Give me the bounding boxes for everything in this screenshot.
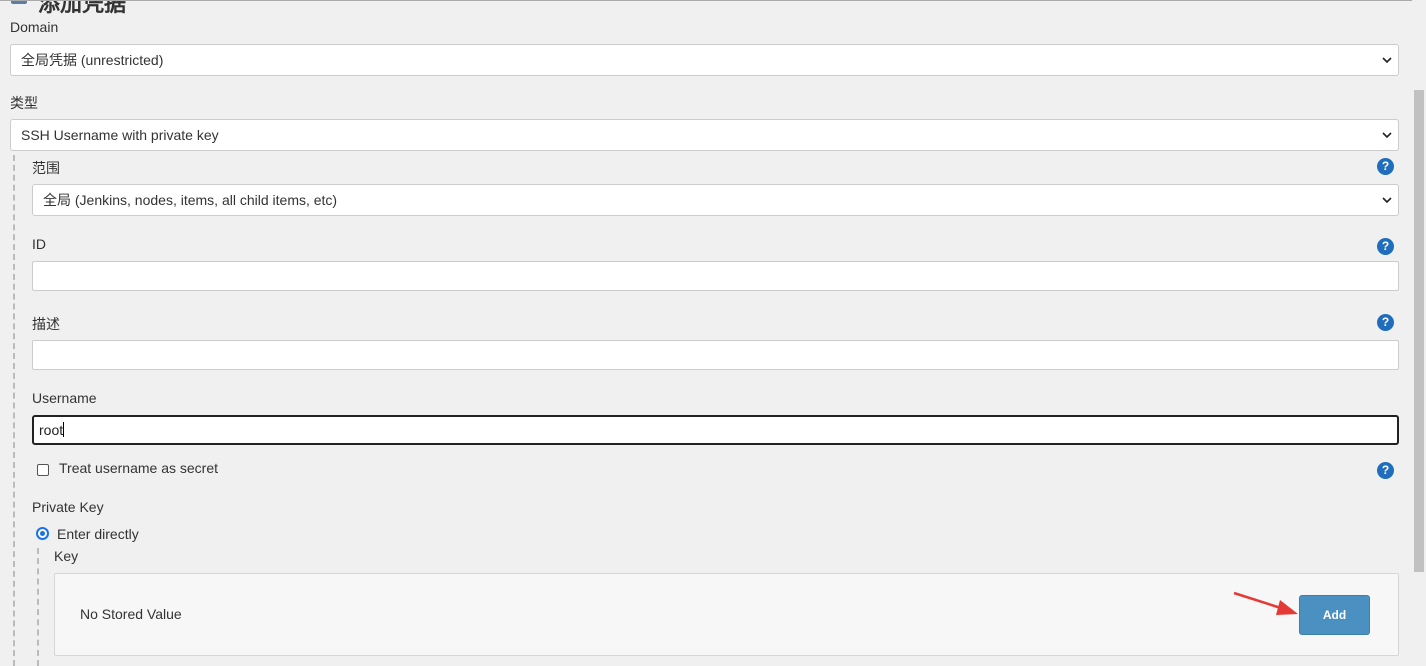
key-label: Key bbox=[54, 548, 79, 564]
private-key-label: Private Key bbox=[32, 499, 104, 515]
help-icon[interactable]: ? bbox=[1377, 314, 1394, 331]
chevron-down-icon bbox=[1382, 57, 1392, 64]
text-caret bbox=[63, 422, 65, 437]
kind-select[interactable]: SSH Username with private key bbox=[10, 119, 1399, 151]
key-box bbox=[54, 573, 1399, 656]
username-value: root bbox=[39, 422, 64, 438]
domain-label: Domain bbox=[10, 19, 59, 35]
kind-label: 类型 bbox=[10, 95, 38, 111]
help-icon[interactable]: ? bbox=[1377, 238, 1394, 255]
enter-directly-label: Enter directly bbox=[57, 526, 139, 542]
scope-select-value: 全局 (Jenkins, nodes, items, all child ite… bbox=[43, 192, 338, 208]
username-label: Username bbox=[32, 390, 97, 406]
domain-select-value: 全局凭据 (unrestricted) bbox=[21, 52, 164, 68]
help-icon[interactable]: ? bbox=[1377, 462, 1394, 479]
description-label: 描述 bbox=[32, 316, 60, 332]
scrollbar-thumb[interactable] bbox=[1414, 90, 1424, 572]
chevron-down-icon bbox=[1382, 132, 1392, 139]
no-stored-value-text: No Stored Value bbox=[80, 606, 182, 622]
scrollbar[interactable] bbox=[1412, 0, 1426, 666]
add-key-button[interactable]: Add bbox=[1299, 595, 1370, 635]
scope-label: 范围 bbox=[32, 160, 60, 176]
enter-directly-radio[interactable] bbox=[36, 527, 49, 540]
domain-select[interactable]: 全局凭据 (unrestricted) bbox=[10, 44, 1399, 76]
kind-select-value: SSH Username with private key bbox=[21, 127, 219, 143]
id-label: ID bbox=[32, 236, 46, 252]
private-key-guide bbox=[37, 548, 39, 666]
section-guide bbox=[13, 155, 15, 666]
description-input[interactable] bbox=[32, 340, 1399, 370]
help-icon[interactable]: ? bbox=[1377, 158, 1394, 175]
treat-secret-label: Treat username as secret bbox=[59, 460, 218, 476]
top-divider bbox=[0, 0, 1412, 1]
username-input[interactable]: root bbox=[32, 415, 1399, 445]
chevron-down-icon bbox=[1382, 197, 1392, 204]
page-title: 添加凭据 bbox=[38, 0, 127, 16]
scope-select[interactable]: 全局 (Jenkins, nodes, items, all child ite… bbox=[32, 184, 1399, 216]
id-input[interactable] bbox=[32, 261, 1399, 291]
treat-secret-checkbox[interactable] bbox=[37, 464, 49, 476]
annotation-arrow-icon bbox=[1233, 591, 1298, 615]
